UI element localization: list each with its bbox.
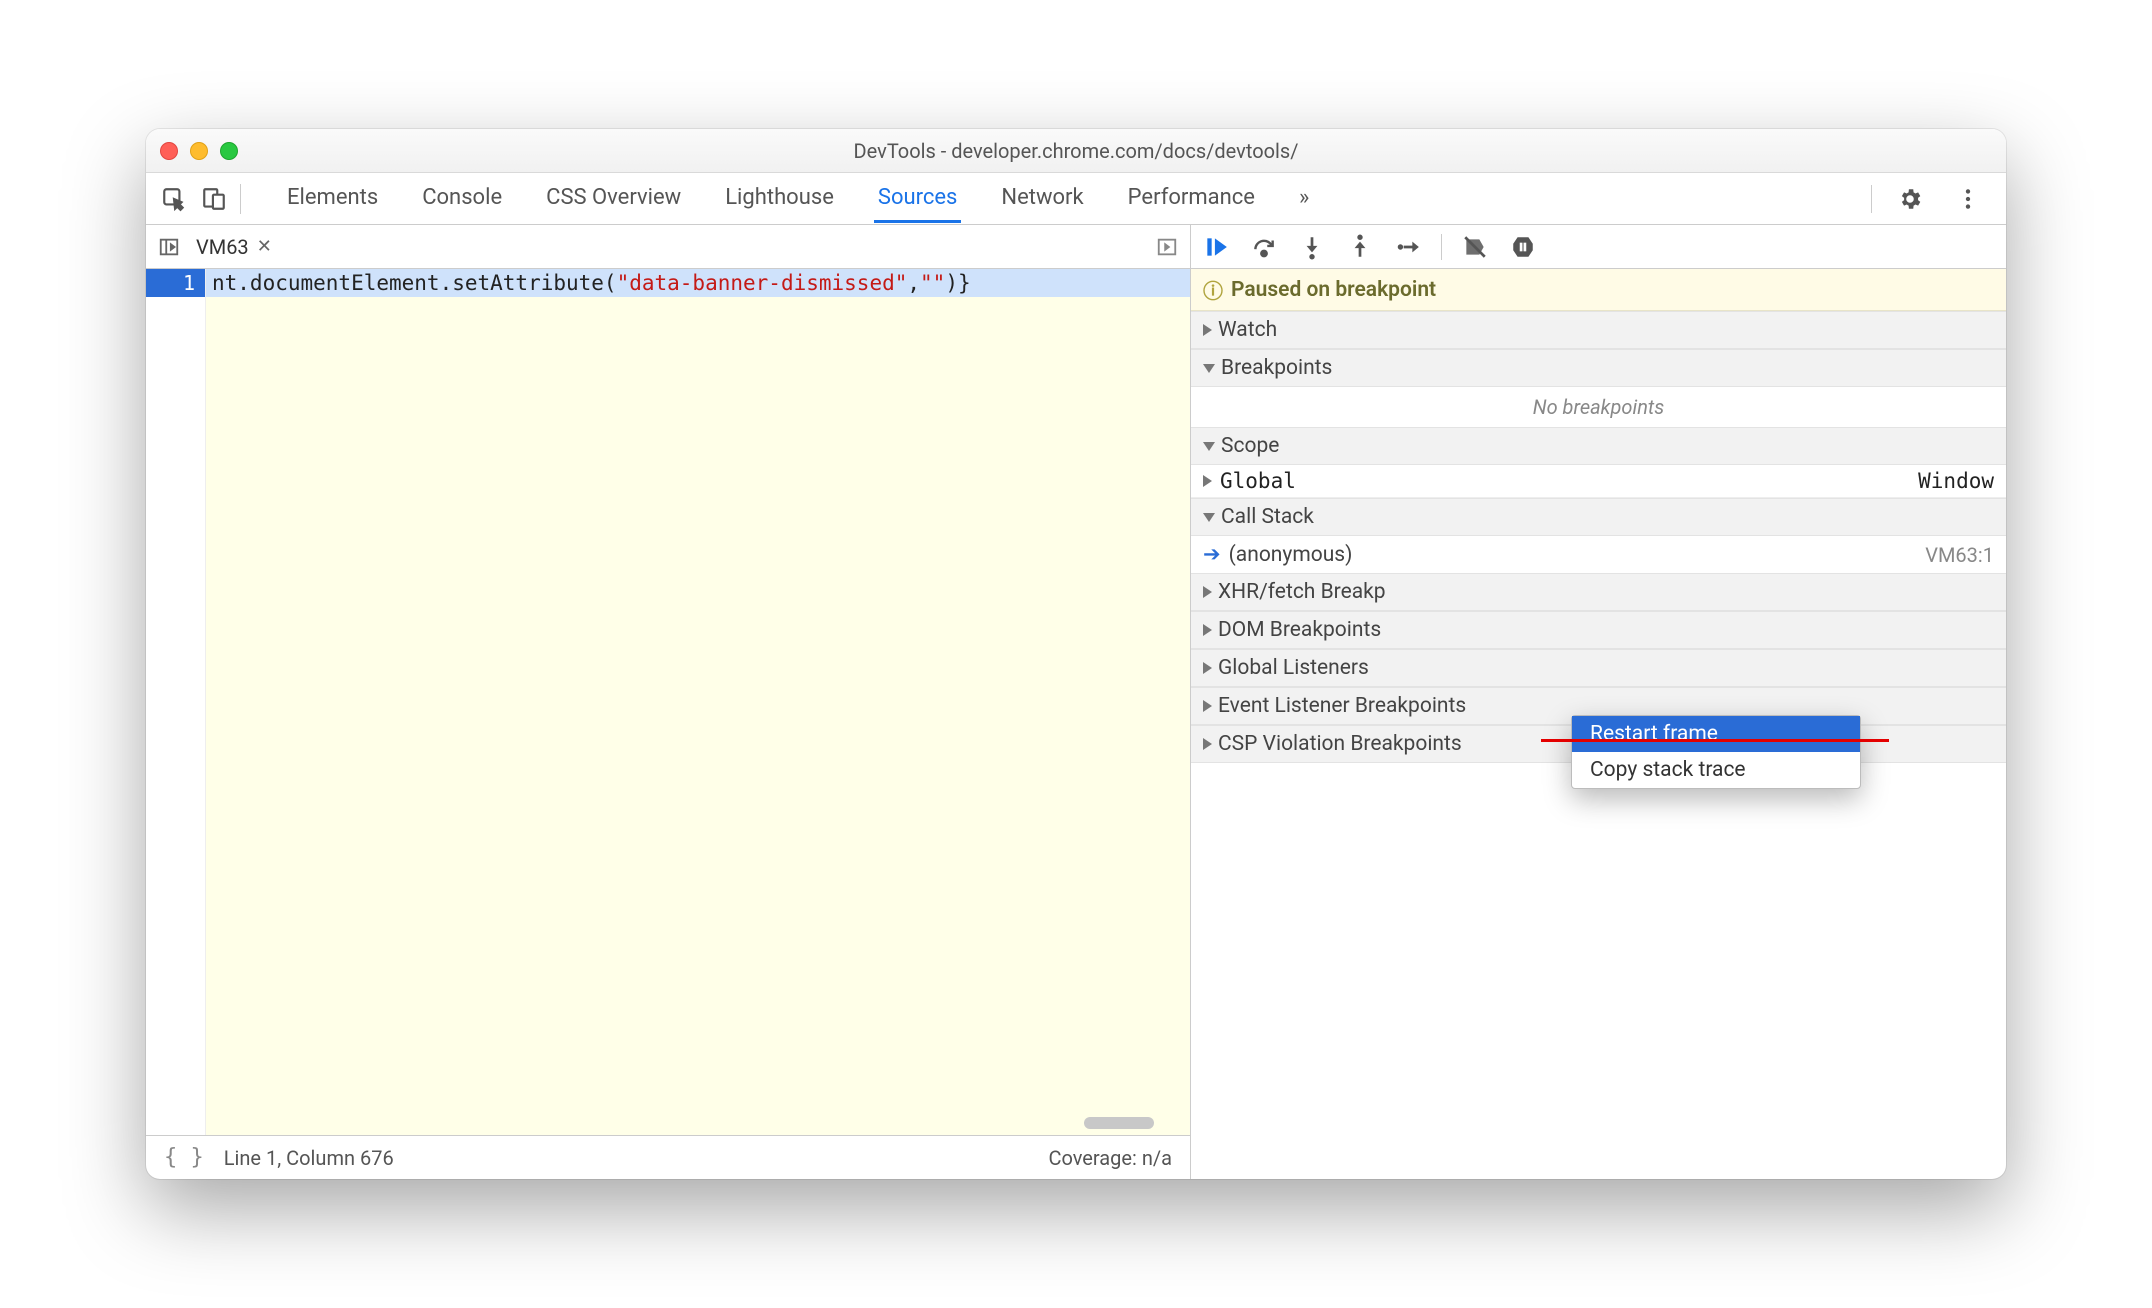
- tab-css-overview[interactable]: CSS Overview: [542, 175, 685, 223]
- step-into-icon[interactable]: [1297, 232, 1327, 262]
- menu-item-restart-frame[interactable]: Restart frame: [1572, 716, 1860, 752]
- scope-global-label: Global: [1220, 469, 1296, 493]
- inspect-element-icon[interactable]: [154, 179, 194, 219]
- tab-lighthouse[interactable]: Lighthouse: [721, 175, 838, 223]
- paused-text: Paused on breakpoint: [1231, 278, 1436, 302]
- maximize-window-button[interactable]: [220, 142, 238, 160]
- file-tab-vm63[interactable]: VM63 ✕: [196, 235, 272, 259]
- step-icon[interactable]: [1393, 232, 1423, 262]
- toolbar-separator: [1871, 185, 1872, 213]
- chevron-down-icon: [1203, 442, 1215, 451]
- tab-performance[interactable]: Performance: [1124, 175, 1259, 223]
- main-toolbar: Elements Console CSS Overview Lighthouse…: [146, 173, 2006, 225]
- section-global-listeners[interactable]: Global Listeners: [1191, 649, 2006, 687]
- section-scope[interactable]: Scope: [1191, 427, 2006, 465]
- editor-panel: VM63 ✕ 1 nt.documentElement.setAttribute…: [146, 225, 1191, 1179]
- step-over-icon[interactable]: [1249, 232, 1279, 262]
- tabs-overflow-button[interactable]: »: [1295, 175, 1313, 223]
- chevron-down-icon: [1203, 513, 1215, 522]
- toolbar-separator: [240, 184, 241, 214]
- chevron-right-icon: [1203, 624, 1212, 636]
- chevron-down-icon: [1203, 364, 1215, 373]
- tab-sources[interactable]: Sources: [874, 175, 962, 223]
- section-call-stack[interactable]: Call Stack: [1191, 498, 2006, 536]
- section-dom-breakpoints[interactable]: DOM Breakpoints: [1191, 611, 2006, 649]
- menu-item-copy-stack-trace[interactable]: Copy stack trace: [1572, 752, 1860, 788]
- chevron-right-icon: [1203, 662, 1212, 674]
- coverage-status: Coverage: n/a: [1048, 1146, 1172, 1170]
- breakpoints-body: No breakpoints: [1191, 387, 2006, 427]
- no-breakpoints-label: No breakpoints: [1191, 387, 2006, 427]
- debugger-panel: ⓘ Paused on breakpoint Watch Breakpoints…: [1191, 225, 2006, 1179]
- toolbar-right: [1871, 179, 1998, 219]
- window-controls: [160, 142, 238, 160]
- window-title: DevTools - developer.chrome.com/docs/dev…: [160, 139, 1992, 163]
- debugger-sections: Watch Breakpoints No breakpoints Scope G…: [1191, 311, 2006, 763]
- pretty-print-icon[interactable]: { }: [164, 1145, 204, 1170]
- horizontal-scrollbar-thumb[interactable]: [1084, 1117, 1154, 1129]
- code-area[interactable]: nt.documentElement.setAttribute("data-ba…: [206, 269, 1190, 1135]
- section-watch[interactable]: Watch: [1191, 311, 2006, 349]
- step-out-icon[interactable]: [1345, 232, 1375, 262]
- main-split: VM63 ✕ 1 nt.documentElement.setAttribute…: [146, 225, 2006, 1179]
- strikethrough-annotation: [1541, 739, 1889, 742]
- minimize-window-button[interactable]: [190, 142, 208, 160]
- chevron-right-icon: [1203, 475, 1212, 487]
- code-line-1: nt.documentElement.setAttribute("data-ba…: [206, 269, 1190, 297]
- scope-global-value: Window: [1918, 469, 1994, 493]
- chevron-right-icon: [1203, 586, 1212, 598]
- file-tab-label: VM63: [196, 235, 249, 259]
- line-number-1[interactable]: 1: [146, 269, 205, 297]
- editor-status-bar: { } Line 1, Column 676 Coverage: n/a: [146, 1135, 1190, 1179]
- stack-frame-label: (anonymous): [1229, 543, 1353, 567]
- debug-toolbar: [1191, 225, 2006, 269]
- current-frame-arrow-icon: ➔: [1203, 542, 1221, 567]
- info-icon: ⓘ: [1203, 275, 1223, 304]
- deactivate-breakpoints-icon[interactable]: [1460, 232, 1490, 262]
- navigator-toggle-icon[interactable]: [154, 233, 184, 261]
- pause-on-exceptions-icon[interactable]: [1508, 232, 1538, 262]
- close-tab-icon[interactable]: ✕: [257, 236, 272, 257]
- editor-body: 1 nt.documentElement.setAttribute("data-…: [146, 269, 1190, 1135]
- cursor-position: Line 1, Column 676: [224, 1146, 394, 1170]
- more-tabs-icon[interactable]: [1152, 233, 1182, 261]
- resume-icon[interactable]: [1201, 232, 1231, 262]
- section-xhr-breakpoints[interactable]: XHR/fetch Breakp: [1191, 573, 2006, 611]
- close-window-button[interactable]: [160, 142, 178, 160]
- chevron-right-icon: [1203, 324, 1212, 336]
- kebab-menu-icon[interactable]: [1948, 179, 1988, 219]
- tab-elements[interactable]: Elements: [283, 175, 382, 223]
- tab-network[interactable]: Network: [997, 175, 1087, 223]
- panel-tabs: Elements Console CSS Overview Lighthouse…: [283, 175, 1871, 223]
- editor-tabstrip: VM63 ✕: [146, 225, 1190, 269]
- titlebar: DevTools - developer.chrome.com/docs/dev…: [146, 129, 2006, 173]
- scope-global-row[interactable]: Global Window: [1191, 465, 2006, 498]
- device-toolbar-icon[interactable]: [194, 179, 234, 219]
- tab-console[interactable]: Console: [418, 175, 506, 223]
- paused-banner: ⓘ Paused on breakpoint: [1191, 269, 2006, 311]
- stack-frame-location: VM63:1: [1925, 543, 1994, 567]
- stack-frame-anonymous[interactable]: ➔ (anonymous) VM63:1: [1191, 536, 2006, 573]
- chevron-right-icon: [1203, 738, 1212, 750]
- section-breakpoints[interactable]: Breakpoints: [1191, 349, 2006, 387]
- devtools-window: DevTools - developer.chrome.com/docs/dev…: [146, 129, 2006, 1179]
- chevron-right-icon: [1203, 700, 1212, 712]
- debug-toolbar-separator: [1441, 234, 1442, 260]
- gutter: 1: [146, 269, 206, 1135]
- context-menu: Restart frame Copy stack trace: [1571, 715, 1861, 789]
- settings-icon[interactable]: [1890, 179, 1930, 219]
